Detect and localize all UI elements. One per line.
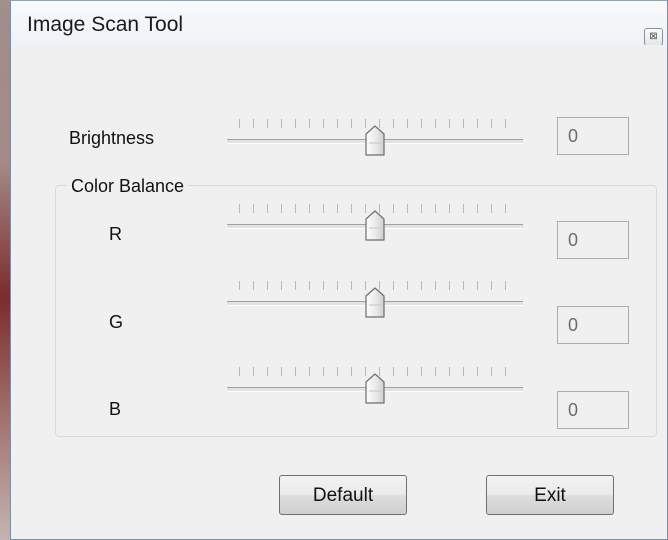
- brightness-slider[interactable]: [227, 119, 523, 169]
- dialog-client-area: Brightness 0 Color Balance R 0 G 0 B 0: [11, 45, 667, 539]
- brightness-label: Brightness: [69, 128, 155, 148]
- r-value-field[interactable]: 0: [557, 221, 629, 259]
- g-slider[interactable]: [227, 281, 523, 331]
- b-value-field[interactable]: 0: [557, 391, 629, 429]
- slider-thumb-icon: [365, 125, 385, 156]
- color-balance-caption: Color Balance: [67, 176, 189, 197]
- g-slider-thumb[interactable]: [364, 287, 386, 319]
- brightness-value-field[interactable]: 0: [557, 117, 629, 155]
- default-button[interactable]: Default: [279, 475, 407, 515]
- image-scan-tool-window: Image Scan Tool ⊠ Brightness 0 Color Bal…: [10, 0, 668, 540]
- close-icon: ⊠: [649, 31, 658, 42]
- g-label: G: [109, 312, 124, 332]
- title-bar[interactable]: Image Scan Tool ⊠: [11, 1, 667, 46]
- r-slider[interactable]: [227, 204, 523, 254]
- b-label: B: [109, 399, 122, 419]
- b-slider-thumb[interactable]: [364, 373, 386, 405]
- b-slider[interactable]: [227, 367, 523, 417]
- close-button[interactable]: ⊠: [644, 28, 663, 46]
- r-label: R: [109, 224, 122, 244]
- g-value-field[interactable]: 0: [557, 306, 629, 344]
- exit-button[interactable]: Exit: [486, 475, 614, 515]
- brightness-slider-thumb[interactable]: [364, 125, 386, 157]
- slider-thumb-icon: [365, 373, 385, 404]
- slider-thumb-icon: [365, 287, 385, 318]
- slider-thumb-icon: [365, 210, 385, 241]
- window-title: Image Scan Tool: [27, 13, 184, 36]
- r-slider-thumb[interactable]: [364, 210, 386, 242]
